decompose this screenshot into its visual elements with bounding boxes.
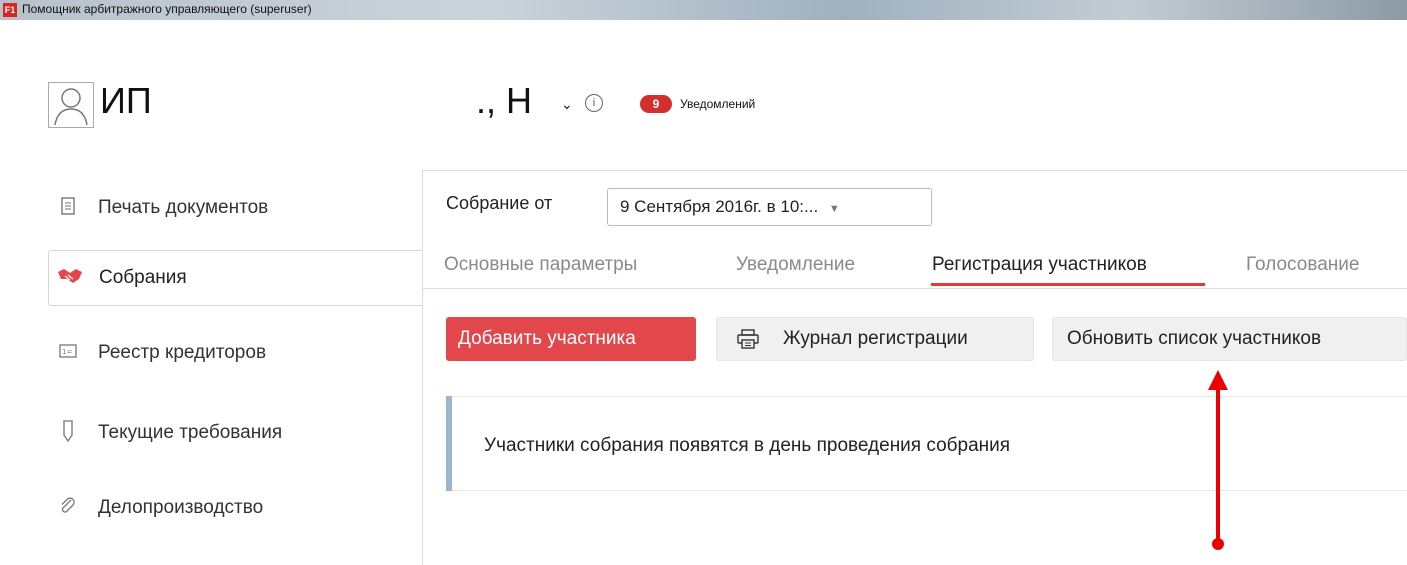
printer-icon [737, 329, 759, 349]
meeting-label: Собрание от [446, 193, 553, 213]
company-name-prefix: ИП [100, 80, 152, 121]
content-top-border [422, 170, 1407, 171]
refresh-participants-button[interactable]: Обновить список участников [1052, 317, 1407, 361]
svg-text:1=: 1= [62, 348, 72, 356]
registration-journal-button[interactable]: Журнал регистрации [716, 317, 1034, 361]
window-title: Помощник арбитражного управляющего (supe… [22, 2, 312, 16]
sidebar-item-current-claims[interactable]: Текущие требования [48, 405, 422, 461]
tab-main-parameters[interactable]: Основные параметры [444, 254, 637, 276]
document-icon [56, 196, 80, 220]
active-tab-indicator [931, 283, 1205, 286]
sidebar-item-meetings[interactable]: Собрания [48, 250, 422, 306]
registration-journal-label: Журнал регистрации [783, 328, 968, 349]
tab-notification[interactable]: Уведомление [736, 254, 855, 276]
tab-participant-registration[interactable]: Регистрация участников [932, 254, 1147, 276]
meeting-date-select[interactable]: 9 Сентября 2016г. в 10:... ▼ [607, 188, 932, 226]
info-notice: Участники собрания появятся в день прове… [446, 396, 1407, 491]
notification-count-badge[interactable]: 9 [640, 95, 672, 113]
content-divider [422, 170, 423, 565]
tab-bar: Основные параметры Уведомление Регистрац… [422, 248, 1407, 289]
sidebar: Печать документов Собрания 1= Реестр кре… [0, 170, 422, 565]
sidebar-item-label: Реестр кредиторов [98, 342, 267, 363]
notice-accent-bar [446, 396, 452, 491]
app-icon: F1 [3, 3, 17, 17]
tag-icon [56, 419, 80, 447]
sidebar-item-records[interactable]: Делопроизводство [48, 480, 422, 536]
annotation-arrow-dot [1212, 538, 1224, 550]
meeting-date-value: 9 Сентября 2016г. в 10:... [620, 197, 819, 216]
window-titlebar: F1 Помощник арбитражного управляющего (s… [0, 0, 1407, 20]
add-participant-button[interactable]: Добавить участника [446, 317, 696, 361]
refresh-participants-label: Обновить список участников [1067, 328, 1322, 349]
dropdown-arrow-icon: ▼ [828, 203, 840, 215]
avatar[interactable] [48, 82, 94, 128]
add-participant-label: Добавить участника [458, 328, 636, 349]
user-icon [54, 88, 88, 126]
id-card-icon: 1= [56, 343, 80, 363]
info-icon[interactable]: i [585, 94, 603, 112]
notifications-link[interactable]: Уведомлений [680, 97, 755, 111]
sidebar-item-creditors-registry[interactable]: 1= Реестр кредиторов [48, 325, 422, 381]
annotation-arrow [1216, 385, 1220, 545]
sidebar-item-label: Делопроизводство [98, 497, 264, 518]
notice-text: Участники собрания появятся в день прове… [484, 435, 1011, 456]
sidebar-item-label: Собрания [99, 267, 187, 288]
sidebar-item-print-documents[interactable]: Печать документов [48, 180, 422, 236]
sidebar-item-label: Текущие требования [98, 422, 283, 443]
chevron-down-icon[interactable]: ⌄ [561, 96, 573, 113]
sidebar-item-label: Печать документов [98, 197, 269, 218]
tab-voting[interactable]: Голосование [1246, 254, 1359, 276]
handshake-icon [57, 267, 82, 290]
paperclip-icon [56, 497, 80, 520]
redacted-area [192, 78, 474, 142]
company-name-suffix: ., Н [476, 80, 533, 121]
